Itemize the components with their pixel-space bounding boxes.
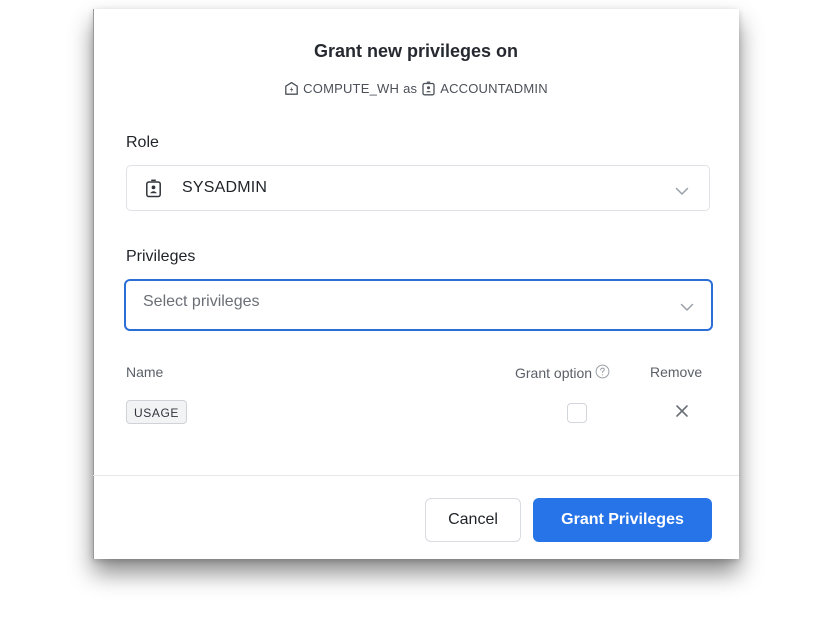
grant-option-checkbox[interactable] — [567, 403, 587, 423]
grant-privileges-dialog: Grant new privileges on COMPUTE_WH as AC… — [93, 9, 739, 559]
object-name: COMPUTE_WH — [303, 81, 400, 96]
role-label: Role — [126, 134, 159, 151]
grant-option-label: Grant option — [515, 365, 593, 381]
dialog-title: Grant new privileges on — [313, 41, 519, 61]
remove-icon[interactable] — [675, 404, 689, 423]
chevron-down-icon — [675, 183, 689, 201]
warehouse-icon — [284, 81, 299, 96]
grant-privileges-button[interactable]: Grant Privileges — [533, 498, 712, 542]
chevron-down-icon — [680, 299, 694, 317]
role-select-value: SYSADMIN — [182, 179, 268, 196]
privileges-select-placeholder: Select privileges — [143, 293, 260, 310]
footer-divider — [93, 475, 739, 476]
column-header-remove: Remove — [650, 364, 703, 380]
role-badge-icon — [421, 81, 436, 96]
dialog-subtitle: COMPUTE_WH as ACCOUNTADMIN — [93, 81, 739, 96]
privilege-chip: USAGE — [126, 400, 188, 424]
role-badge-icon — [145, 179, 162, 203]
privileges-label: Privileges — [126, 248, 196, 265]
column-header-name: Name — [126, 364, 164, 380]
column-header-grant-option: Grant option — [515, 364, 610, 382]
help-icon[interactable] — [595, 364, 610, 382]
cancel-button[interactable]: Cancel — [425, 498, 521, 542]
subtitle-joiner: as — [403, 81, 418, 96]
role-name: ACCOUNTADMIN — [440, 81, 548, 96]
role-select[interactable]: SYSADMIN — [126, 165, 710, 211]
privileges-select[interactable]: Select privileges — [124, 279, 713, 331]
